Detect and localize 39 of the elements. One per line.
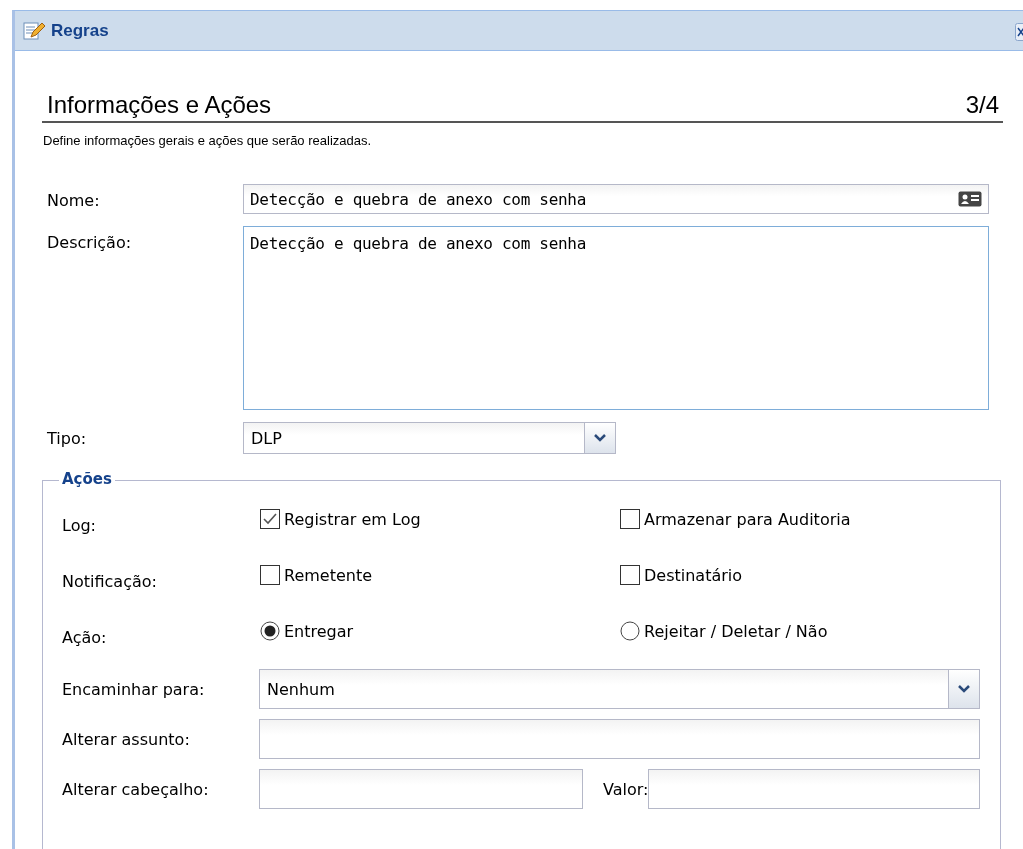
chevron-down-icon — [958, 685, 970, 693]
chevron-down-icon — [594, 434, 606, 442]
checkbox[interactable] — [620, 509, 640, 529]
option-label[interactable]: Destinatário — [644, 565, 743, 585]
field-label: Log: — [62, 514, 97, 535]
close-button[interactable] — [1015, 23, 1023, 41]
checkbox[interactable] — [620, 565, 640, 585]
dropdown[interactable]: Nenhum — [259, 669, 980, 709]
field-label: Encaminhar para: — [62, 679, 206, 699]
radio-button[interactable] — [260, 621, 280, 641]
section-description: Define informações gerais e ações que serão realizadas. — [43, 133, 373, 148]
text-field[interactable] — [648, 769, 980, 809]
field-label: Alterar cabeçalho: — [62, 779, 210, 799]
field-label: Tipo: — [47, 428, 88, 448]
field-label: Valor: — [603, 779, 649, 799]
field-label: Nome: — [47, 190, 101, 210]
pencil-document-icon — [23, 20, 45, 41]
field-label: Ação: — [62, 626, 108, 647]
option-label[interactable]: Armazenar para Auditoria — [644, 509, 851, 529]
checkbox[interactable] — [260, 565, 280, 585]
option-label[interactable]: Registrar em Log — [284, 509, 421, 529]
radio-button[interactable] — [620, 621, 640, 641]
step-counter: 3/4 — [965, 91, 999, 119]
field-label: Descrição: — [47, 232, 133, 252]
text-field[interactable]: Detecção e quebra de anexo com senha — [243, 184, 989, 214]
field-label: Notificação: — [62, 570, 158, 591]
option-label[interactable]: Remetente — [284, 565, 373, 585]
text-area[interactable]: Detecção e quebra de anexo com senha — [243, 226, 989, 410]
contact-card-icon[interactable] — [958, 191, 982, 207]
checkbox[interactable] — [260, 509, 280, 529]
option-label[interactable]: Rejeitar / Deletar / Não — [644, 621, 828, 641]
section-title: Informações e Ações — [47, 91, 272, 119]
option-label[interactable]: Entregar — [284, 621, 354, 641]
dropdown[interactable]: DLP — [243, 422, 616, 454]
text-field[interactable] — [259, 769, 583, 809]
window-title: Regras — [51, 20, 109, 41]
text-field[interactable] — [259, 719, 980, 759]
field-label: Alterar assunto: — [62, 729, 191, 749]
group-legend: Ações — [59, 470, 115, 488]
